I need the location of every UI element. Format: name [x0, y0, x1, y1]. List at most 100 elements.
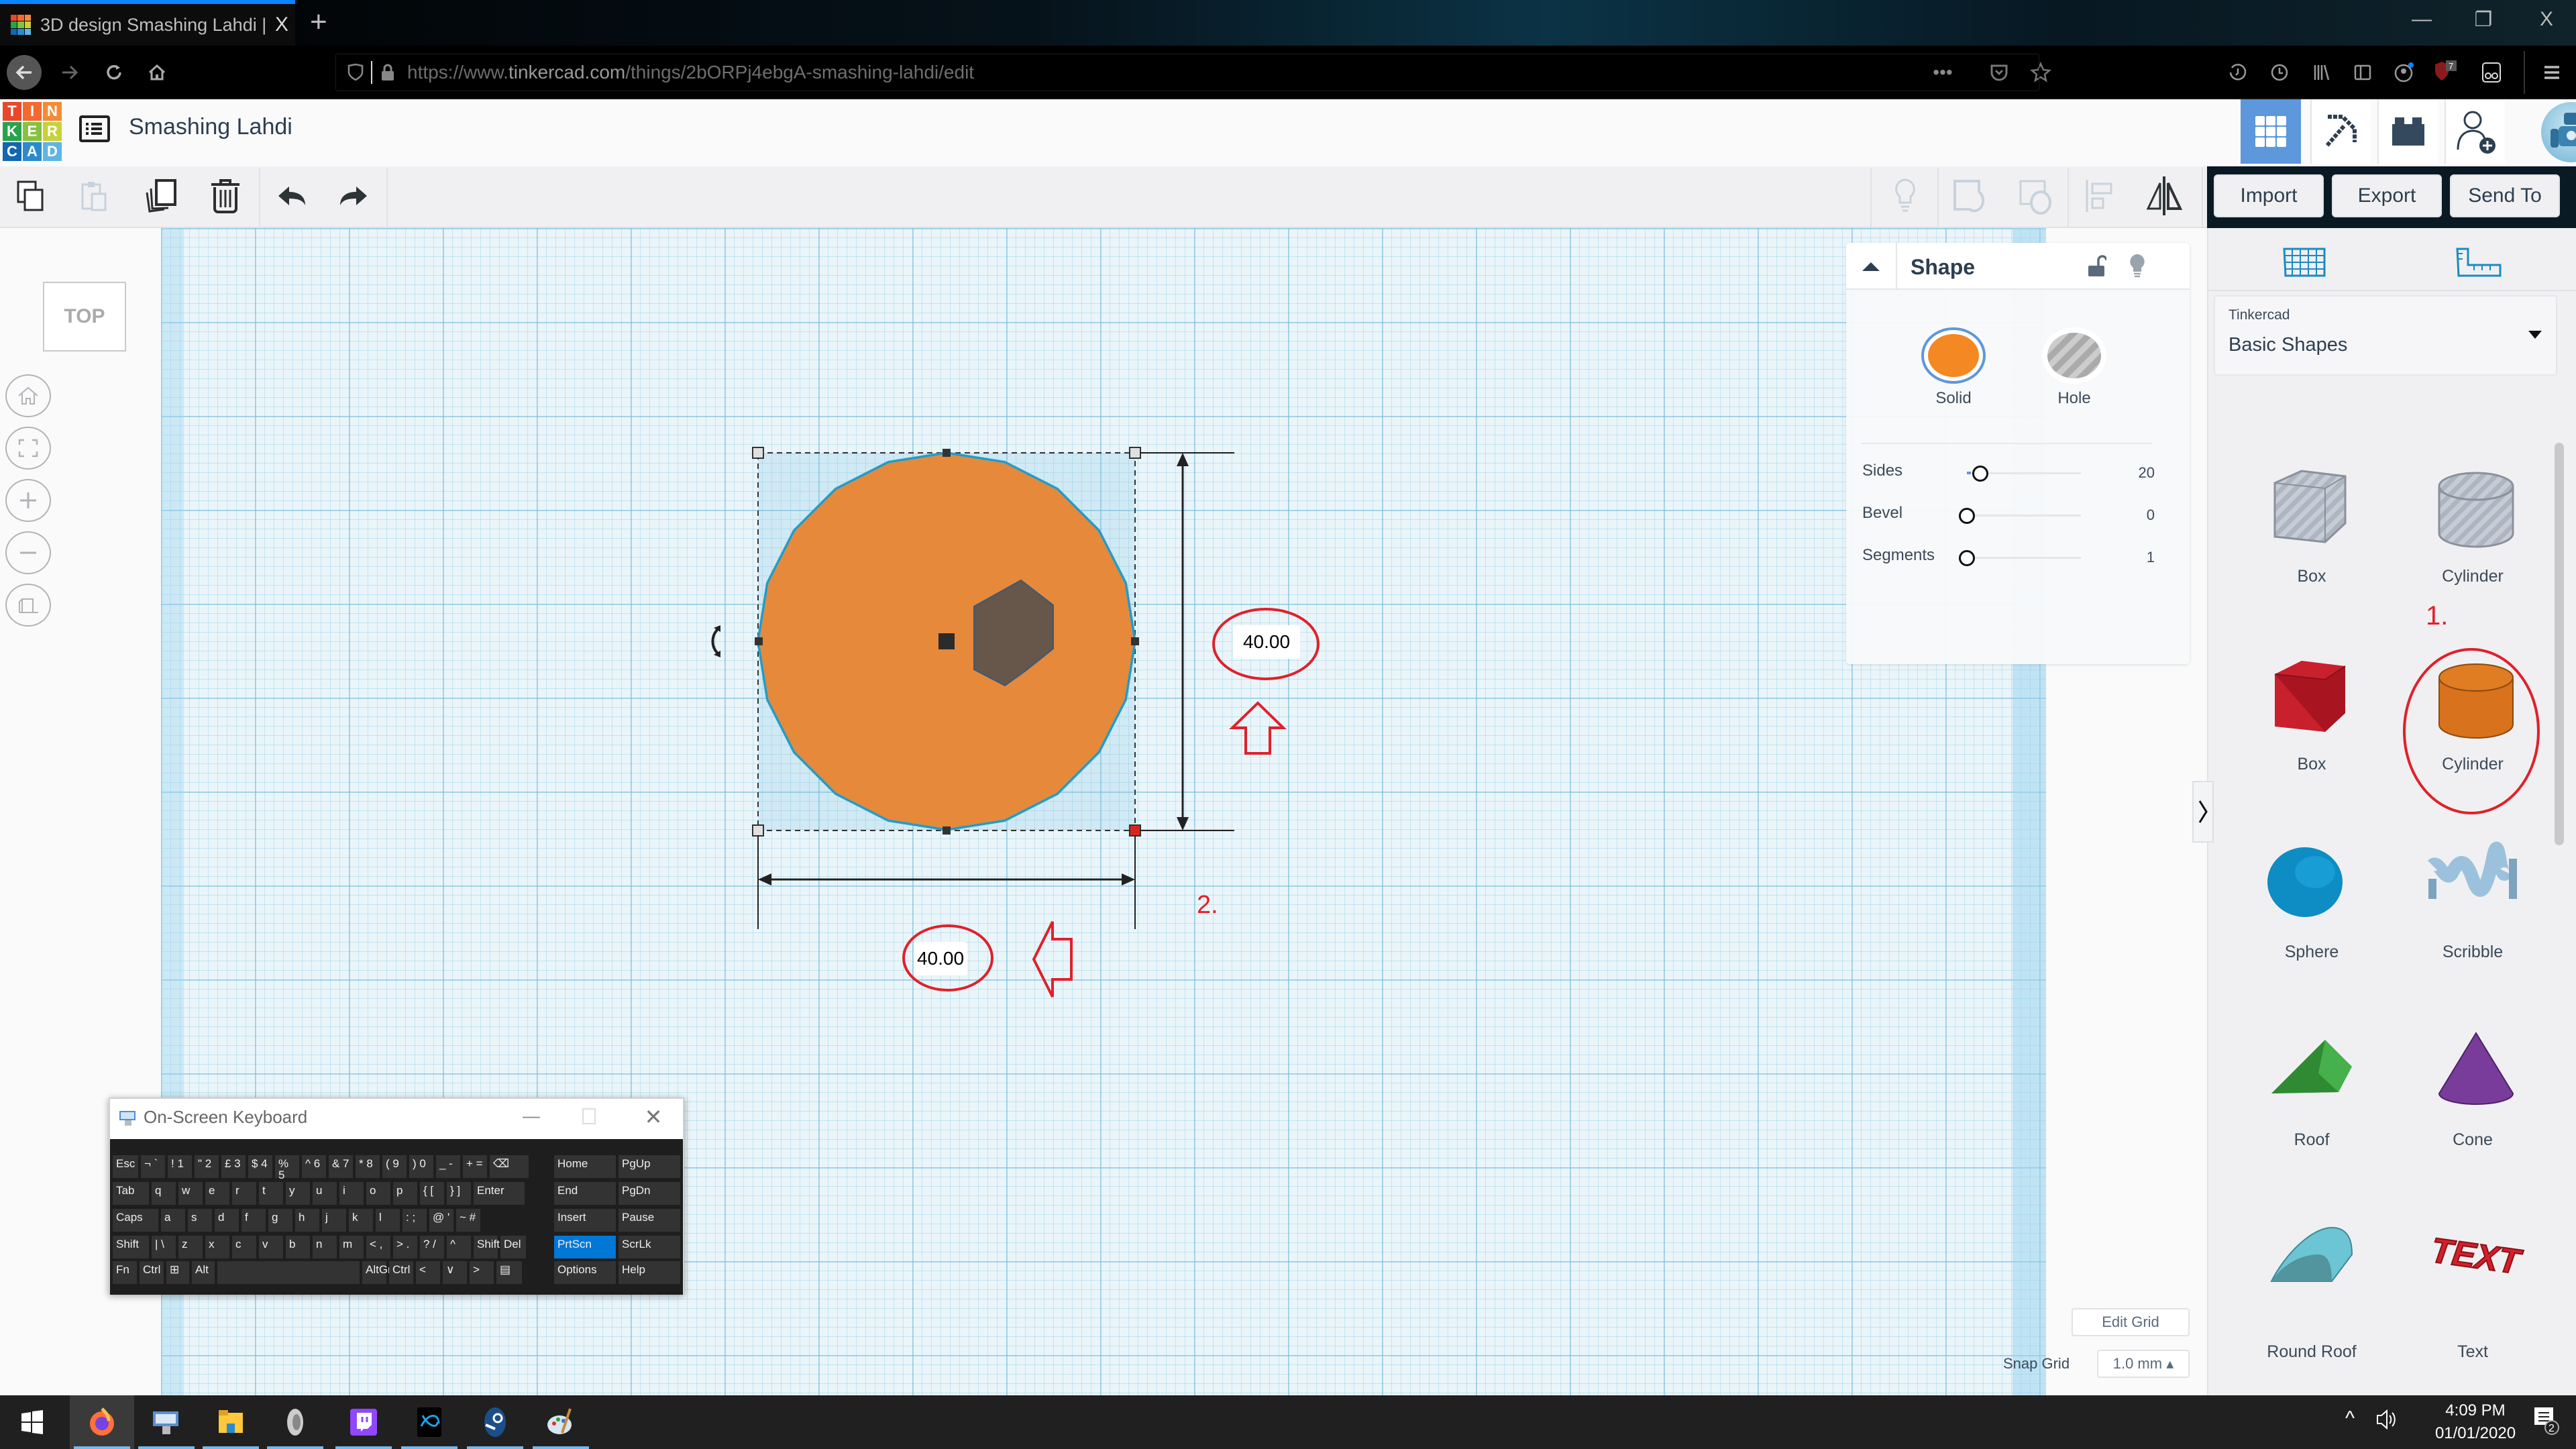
osk-key[interactable]: b [286, 1236, 310, 1258]
taskbar-app-on-screen-keyboard[interactable] [134, 1395, 199, 1449]
osk-key[interactable]: Caps [113, 1209, 158, 1232]
taskbar-clock[interactable]: 4:09 PM 01/01/2020 [2428, 1399, 2522, 1445]
segments-value[interactable]: 1 [2147, 549, 2155, 566]
osk-nav-key[interactable]: Home [554, 1155, 616, 1178]
view-cube[interactable]: TOP [43, 282, 126, 352]
osk-key[interactable]: i [339, 1182, 364, 1205]
sides-slider-knob[interactable] [1972, 466, 1988, 482]
action-center-button[interactable]: 2 [2532, 1405, 2561, 1440]
osk-key[interactable]: ? / [420, 1236, 444, 1258]
reload-button[interactable] [97, 55, 131, 90]
osk-key[interactable]: & 7 [329, 1155, 353, 1178]
tab-close-icon[interactable]: X [268, 13, 295, 36]
import-button[interactable]: Import [2214, 174, 2324, 217]
export-button[interactable]: Export [2332, 174, 2442, 217]
osk-key[interactable] [217, 1261, 360, 1284]
osk-nav-key[interactable]: Insert [554, 1209, 616, 1232]
design-list-button[interactable] [79, 115, 110, 142]
segments-slider-knob[interactable] [1959, 550, 1975, 566]
osk-key[interactable]: > . [393, 1236, 417, 1258]
osk-key[interactable]: > [470, 1261, 494, 1284]
taskbar-app-steam[interactable] [463, 1395, 527, 1449]
back-button[interactable] [7, 55, 42, 90]
new-tab-button[interactable]: + [310, 5, 327, 39]
osk-key[interactable]: ∨ [443, 1261, 467, 1284]
forward-button[interactable] [52, 55, 87, 90]
resize-handle-bottom-left[interactable] [752, 824, 764, 837]
zoom-in-button[interactable] [5, 479, 51, 522]
delete-button[interactable] [205, 176, 246, 216]
resize-handle-top-right[interactable] [1129, 447, 1141, 459]
sides-value[interactable]: 20 [2139, 464, 2155, 482]
volume-button[interactable] [2375, 1407, 2399, 1435]
shapes-scrollbar[interactable] [2555, 443, 2564, 845]
osk-nav-key[interactable]: Pause [619, 1209, 680, 1232]
rotate-handle-icon[interactable] [711, 628, 719, 655]
resize-handle-left[interactable] [755, 637, 763, 645]
ungroup-button[interactable] [2015, 176, 2055, 216]
shape-item-scribble[interactable]: Scribble [2406, 832, 2540, 1020]
taskbar-app-paint[interactable] [529, 1395, 593, 1449]
paste-button[interactable] [75, 176, 115, 216]
osk-key[interactable]: s [188, 1209, 212, 1232]
panel-toggle-button[interactable] [2192, 781, 2214, 843]
clock-button[interactable] [2262, 55, 2297, 90]
osk-key[interactable]: + = [463, 1155, 487, 1178]
show-all-button[interactable] [1885, 176, 1925, 216]
group-button[interactable] [1949, 176, 1990, 216]
osk-close-button[interactable]: ✕ [640, 1104, 667, 1130]
send-to-button[interactable]: Send To [2450, 174, 2560, 217]
osk-key[interactable]: f [241, 1209, 266, 1232]
bevel-value[interactable]: 0 [2147, 506, 2155, 524]
osk-key[interactable]: u [313, 1182, 337, 1205]
osk-key[interactable]: Del [500, 1236, 526, 1258]
shape-library-dropdown[interactable]: Tinkercad Basic Shapes [2214, 295, 2557, 376]
osk-key[interactable]: $ 4 [248, 1155, 272, 1178]
osk-key[interactable]: Tab [113, 1182, 149, 1205]
redo-button[interactable] [333, 176, 373, 216]
menu-button[interactable] [2534, 55, 2569, 90]
osk-key[interactable]: } ] [447, 1182, 471, 1205]
osk-key[interactable]: @ ' [429, 1209, 453, 1232]
osk-key[interactable]: r [232, 1182, 256, 1205]
projection-toggle-button[interactable] [5, 584, 51, 627]
osk-key[interactable]: ⊞ [166, 1261, 189, 1284]
osk-key[interactable]: ^ [447, 1236, 471, 1258]
osk-nav-key[interactable]: PgDn [619, 1182, 680, 1205]
collapse-inspector-button[interactable] [1846, 243, 1897, 290]
ublock-extension-button[interactable]: 7 [2428, 55, 2463, 90]
zoom-out-button[interactable] [5, 531, 51, 574]
window-minimize-button[interactable]: — [2402, 8, 2442, 31]
edit-grid-button[interactable]: Edit Grid [2072, 1308, 2190, 1336]
osk-key[interactable]: Ctrl [389, 1261, 413, 1284]
shape-item-roof[interactable]: Roof [2245, 1020, 2379, 1208]
taskbar-app-file-explorer[interactable] [199, 1395, 263, 1449]
invite-user-button[interactable] [2445, 99, 2505, 164]
tinkercad-logo[interactable]: T I N K E R C A D [3, 102, 62, 161]
design-title[interactable]: Smashing Lahdi [129, 114, 292, 140]
shape-item-box-hole[interactable]: Box [2245, 456, 2379, 644]
osk-key[interactable]: g [268, 1209, 292, 1232]
osk-key[interactable]: ¬ ` [141, 1155, 165, 1178]
osk-key[interactable]: d [215, 1209, 239, 1232]
osk-key[interactable]: £ 3 [221, 1155, 246, 1178]
length-input[interactable]: 40.00 [1233, 625, 1300, 659]
osk-maximize-button[interactable] [582, 1108, 596, 1124]
duplicate-button[interactable] [141, 176, 181, 216]
osk-key[interactable]: AltGr [362, 1261, 392, 1284]
lego-view-button[interactable] [2377, 99, 2438, 164]
osk-nav-key[interactable]: Options [554, 1261, 616, 1284]
width-input[interactable]: 40.00 [914, 942, 967, 975]
osk-key[interactable]: o [366, 1182, 390, 1205]
osk-key[interactable]: Fn [113, 1261, 137, 1284]
osk-key[interactable]: n [313, 1236, 337, 1258]
mirror-button[interactable] [2144, 176, 2184, 216]
osk-key[interactable]: Shift [474, 1236, 500, 1258]
resize-handle-bottom[interactable] [943, 826, 951, 835]
osk-key[interactable]: Shift [113, 1236, 149, 1258]
solid-option[interactable] [1921, 327, 1986, 384]
window-close-button[interactable]: X [2526, 8, 2567, 31]
osk-nav-key[interactable]: PgUp [619, 1155, 680, 1178]
unlock-icon[interactable] [2086, 255, 2106, 278]
library-button[interactable] [2304, 55, 2339, 90]
